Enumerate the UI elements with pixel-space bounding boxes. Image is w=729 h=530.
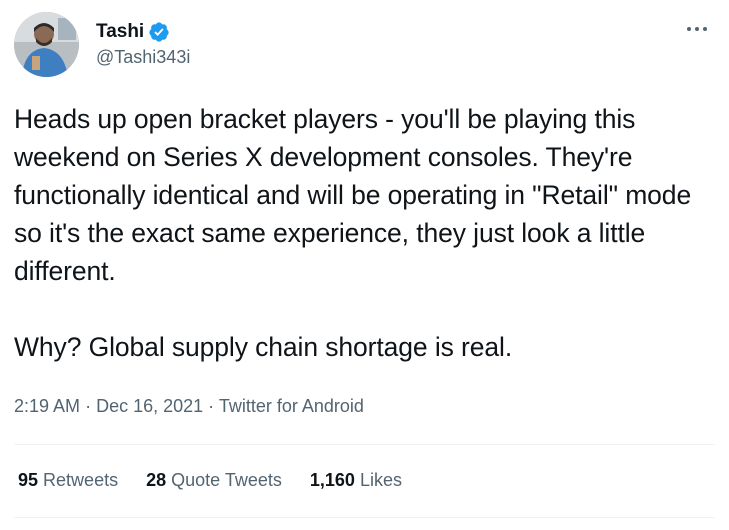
author-handle[interactable]: @Tashi343i [96, 47, 190, 68]
meta-separator: · [85, 396, 92, 416]
likes-count: 1,160 [309, 470, 355, 490]
tweet-paragraph-1: Heads up open bracket players - you'll b… [14, 104, 692, 286]
engagement-stats: 95 Retweets 28 Quote Tweets 1,160 Likes [18, 470, 430, 491]
avatar[interactable] [14, 12, 79, 77]
meta-separator: · [208, 396, 215, 416]
tweet-text: Heads up open bracket players - you'll b… [14, 100, 719, 366]
quote-tweets-count: 28 [146, 470, 167, 490]
divider-bottom [14, 517, 715, 518]
retweets-count: 95 [18, 470, 39, 490]
retweets-stat[interactable]: 95 Retweets [18, 470, 118, 491]
divider-top [14, 444, 715, 445]
tweet-header: Tashi @Tashi343i [14, 12, 715, 80]
verified-badge-icon [148, 21, 170, 43]
display-name[interactable]: Tashi [96, 21, 144, 43]
quote-tweets-label: Quote Tweets [171, 470, 282, 490]
author-info: Tashi @Tashi343i [96, 20, 190, 68]
tweet-date[interactable]: Dec 16, 2021 [96, 396, 203, 416]
tweet-card: Tashi @Tashi343i Heads up open bracket p… [0, 0, 729, 530]
avatar-image [14, 12, 79, 77]
display-name-row: Tashi [96, 20, 190, 44]
likes-label: Likes [359, 470, 402, 490]
likes-stat[interactable]: 1,160 Likes [310, 470, 402, 491]
retweets-label: Retweets [43, 470, 119, 490]
tweet-time[interactable]: 2:19 AM [14, 396, 80, 416]
tweet-meta: 2:19 AM · Dec 16, 2021 · Twitter for And… [14, 396, 364, 417]
tweet-source[interactable]: Twitter for Android [219, 396, 364, 416]
quote-tweets-stat[interactable]: 28 Quote Tweets [146, 470, 282, 491]
tweet-paragraph-2: Why? Global supply chain shortage is rea… [14, 332, 513, 362]
more-options-icon[interactable] [683, 18, 711, 40]
